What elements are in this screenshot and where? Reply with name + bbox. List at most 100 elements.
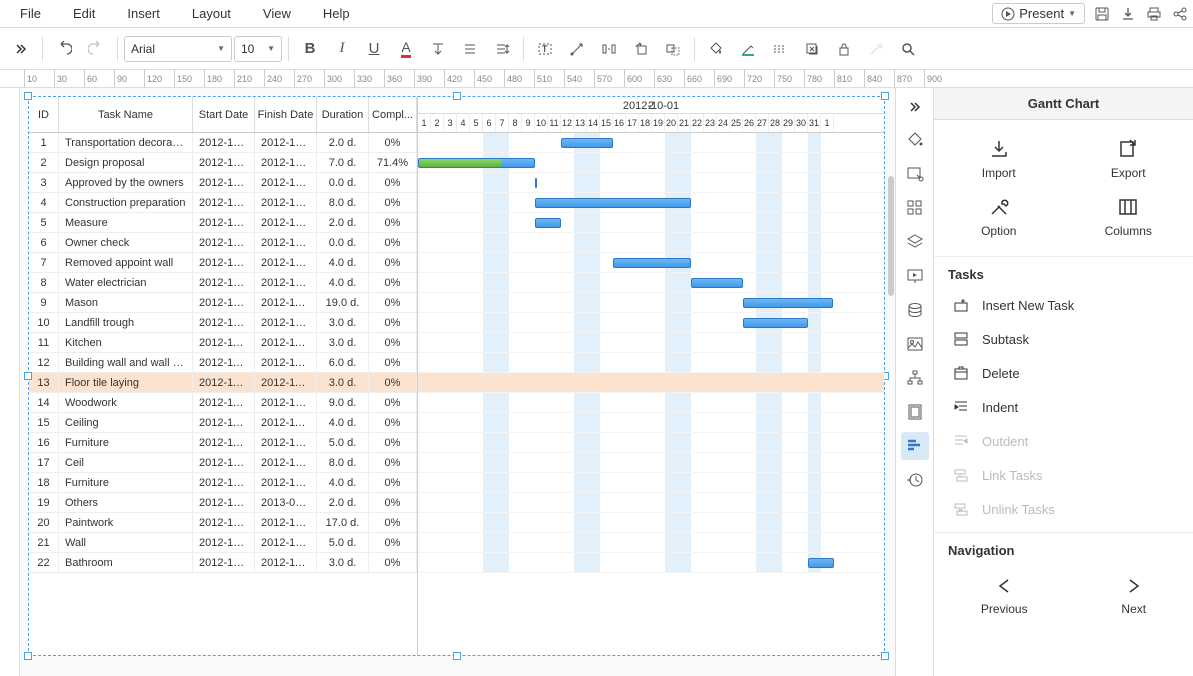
timeline-row[interactable]: [418, 493, 884, 513]
cell-dur[interactable]: 6.0 d.: [317, 353, 369, 372]
timeline-row[interactable]: [418, 513, 884, 533]
timeline-row[interactable]: [418, 413, 884, 433]
fill-tool-icon[interactable]: [901, 126, 929, 154]
cell-name[interactable]: Others: [59, 493, 193, 512]
layers-icon[interactable]: [901, 228, 929, 256]
cell-start[interactable]: 2012-10-10: [193, 193, 255, 212]
cell-start[interactable]: 2012-10-10: [193, 213, 255, 232]
cell-dur[interactable]: 2.0 d.: [317, 133, 369, 152]
table-row[interactable]: 6Owner check2012-12-312012-12-310.0 d.0%: [29, 233, 417, 253]
timeline-row[interactable]: [418, 173, 884, 193]
cell-start[interactable]: 2012-11-23: [193, 413, 255, 432]
group-button[interactable]: [658, 34, 688, 64]
align-horizontal-button[interactable]: [455, 34, 485, 64]
cell-id[interactable]: 2: [29, 153, 59, 172]
timeline-row[interactable]: [418, 193, 884, 213]
cell-finish[interactable]: 2012-12-06: [255, 393, 317, 412]
cell-finish[interactable]: 2012-12-06: [255, 433, 317, 452]
cell-start[interactable]: 2012-11-29: [193, 433, 255, 452]
col-header-name[interactable]: Task Name: [59, 97, 193, 132]
gantt-bar[interactable]: [535, 178, 537, 188]
gantt-bar[interactable]: [743, 318, 808, 328]
cell-name[interactable]: Ceiling: [59, 413, 193, 432]
cell-start[interactable]: 2012-12-18: [193, 533, 255, 552]
redo-button[interactable]: [81, 34, 111, 64]
timeline-row[interactable]: [418, 433, 884, 453]
cell-dur[interactable]: 3.0 d.: [317, 313, 369, 332]
timeline-row[interactable]: [418, 373, 884, 393]
cell-name[interactable]: Building wall and wall repair: [59, 353, 193, 372]
resize-handle[interactable]: [24, 92, 32, 100]
timeline-row[interactable]: [418, 533, 884, 553]
resize-handle[interactable]: [24, 372, 32, 380]
timeline-row[interactable]: [418, 473, 884, 493]
print-icon[interactable]: [1145, 5, 1163, 23]
cell-comp[interactable]: 0%: [369, 513, 417, 532]
cell-comp[interactable]: 0%: [369, 413, 417, 432]
table-row[interactable]: 2Design proposal2012-10-012012-10-107.0 …: [29, 153, 417, 173]
tools-button[interactable]: [861, 34, 891, 64]
cell-finish[interactable]: 2012-11-22: [255, 293, 317, 312]
cell-id[interactable]: 9: [29, 293, 59, 312]
cell-dur[interactable]: 3.0 d.: [317, 553, 369, 572]
image-icon[interactable]: [901, 330, 929, 358]
gantt-tool-icon[interactable]: [901, 432, 929, 460]
spacing-button[interactable]: [487, 34, 517, 64]
cell-finish[interactable]: 2012-10-10: [255, 153, 317, 172]
underline-button[interactable]: U: [359, 34, 389, 64]
cell-start[interactable]: 2012-11-19: [193, 373, 255, 392]
cell-comp[interactable]: 0%: [369, 393, 417, 412]
cell-start[interactable]: 2012-10-26: [193, 313, 255, 332]
gantt-bar[interactable]: [743, 298, 833, 308]
line-style-button[interactable]: [765, 34, 795, 64]
cell-start[interactable]: 2012-10-26: [193, 293, 255, 312]
page-icon[interactable]: [901, 398, 929, 426]
cell-dur[interactable]: 5.0 d.: [317, 533, 369, 552]
expand-toolbar-button[interactable]: [6, 34, 36, 64]
cell-name[interactable]: Construction preparation: [59, 193, 193, 212]
indent-action[interactable]: Indent: [934, 390, 1193, 424]
bold-button[interactable]: B: [295, 34, 325, 64]
hierarchy-icon[interactable]: [901, 364, 929, 392]
cell-finish[interactable]: 2012-12-31: [255, 233, 317, 252]
timeline-row[interactable]: [418, 293, 884, 313]
timeline-row[interactable]: [418, 153, 884, 173]
delete-action[interactable]: Delete: [934, 356, 1193, 390]
present-button[interactable]: Present ▼: [992, 3, 1085, 24]
cell-finish[interactable]: 2012-10-22: [255, 193, 317, 212]
cell-start[interactable]: 2012-11-09: [193, 353, 255, 372]
cell-comp[interactable]: 0%: [369, 313, 417, 332]
textbox-button[interactable]: T: [530, 34, 560, 64]
table-row[interactable]: 3Approved by the owners2012-10-102012-10…: [29, 173, 417, 193]
table-row[interactable]: 7Removed appoint wall2012-10-162012-10-2…: [29, 253, 417, 273]
cell-finish[interactable]: 2013-01-01: [255, 493, 317, 512]
cell-comp[interactable]: 0%: [369, 473, 417, 492]
export-button[interactable]: Export: [1064, 130, 1193, 188]
cell-name[interactable]: Furniture: [59, 473, 193, 492]
text-color-button[interactable]: A: [391, 34, 421, 64]
canvas[interactable]: ID Task Name Start Date Finish Date Dura…: [0, 88, 895, 676]
sidebar-expand-button[interactable]: [896, 94, 933, 120]
cell-dur[interactable]: 4.0 d.: [317, 253, 369, 272]
cell-finish[interactable]: 2012-12-31: [255, 473, 317, 492]
cell-dur[interactable]: 3.0 d.: [317, 373, 369, 392]
gantt-bar[interactable]: [808, 558, 834, 568]
cell-dur[interactable]: 3.0 d.: [317, 333, 369, 352]
cell-dur[interactable]: 0.0 d.: [317, 173, 369, 192]
rotate-button[interactable]: [626, 34, 656, 64]
cell-finish[interactable]: 2012-10-10: [255, 173, 317, 192]
cell-name[interactable]: Wall: [59, 533, 193, 552]
table-row[interactable]: 22Bathroom2012-10-312012-11-053.0 d.0%: [29, 553, 417, 573]
table-row[interactable]: 15Ceiling2012-11-232012-11-294.0 d.0%: [29, 413, 417, 433]
cell-finish[interactable]: 2012-11-22: [255, 373, 317, 392]
save-icon[interactable]: [1093, 5, 1111, 23]
cell-dur[interactable]: 2.0 d.: [317, 213, 369, 232]
cell-name[interactable]: Woodwork: [59, 393, 193, 412]
cell-id[interactable]: 1: [29, 133, 59, 152]
gantt-bar[interactable]: [535, 218, 561, 228]
cell-name[interactable]: Bathroom: [59, 553, 193, 572]
table-row[interactable]: 1Transportation decorate ma...2012-10-12…: [29, 133, 417, 153]
cell-comp[interactable]: 0%: [369, 453, 417, 472]
presentation-icon[interactable]: [901, 262, 929, 290]
cell-comp[interactable]: 0%: [369, 353, 417, 372]
